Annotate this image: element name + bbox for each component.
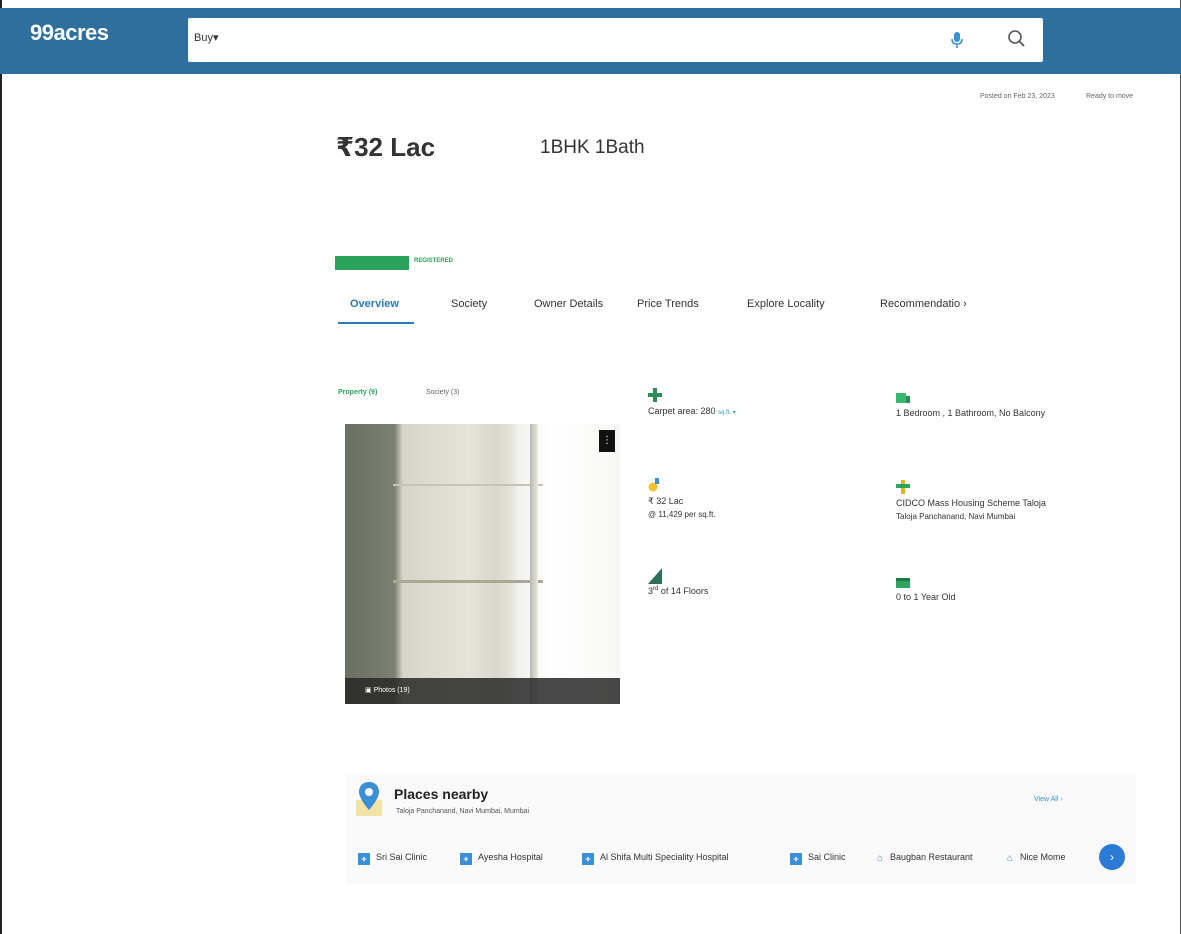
top-header: 99acres Buy▾ [0,8,1181,74]
price-value: 32 Lac [354,132,436,162]
detail-area: Carpet area: 280 sq.ft. ▾ [648,388,798,448]
tab-recommendations-label: Recommendatio [880,298,961,310]
age-text: 0 to 1 Year Old [896,592,956,602]
place-name: Al Shifa Multi Speciality Hospital [600,852,729,862]
search-icon[interactable] [1006,28,1028,50]
detail-configuration: 1 Bedroom , 1 Bathroom, No Balcony [896,390,1086,440]
configuration-icon [896,390,910,404]
photo-detail [530,424,538,704]
floor-suffix: rd [653,586,659,592]
places-nearby-section: Places nearby Taloja Panchanand, Navi Mu… [346,774,1136,884]
section-tabs: Overview Society Owner Details Price Tre… [336,294,976,324]
restaurant-icon: ⌂ [1006,853,1014,864]
gallery-tab-property[interactable]: Property (9) [338,389,377,396]
place-chip[interactable]: ⌂ Nice Mome [1004,852,1066,865]
property-age-value: 0 to 1 Year Old [896,592,956,602]
view-all-label: View All [1034,796,1059,803]
photo-menu-icon[interactable]: ⋮ [599,430,615,452]
search-bar: Buy▾ [188,18,1043,62]
listing-configuration: 1BHK 1Bath [540,137,645,158]
place-chip[interactable]: + Sai Clinic [790,852,846,865]
property-photo[interactable]: ⋮ ▣ Photos (19) [345,424,620,704]
photo-detail [393,484,543,486]
image-icon: ▣ [365,687,374,694]
area-icon [648,388,662,402]
address-line-1: CIDCO Mass Housing Scheme Taloja [896,498,1046,508]
possession-status: Ready to move [1086,93,1134,100]
floor-icon [648,568,662,584]
buy-label: Buy [194,32,213,44]
detail-price: ₹ 32 Lac @ 11,429 per sq.ft. [648,478,808,538]
tab-society[interactable]: Society [451,298,487,310]
place-name: Nice Mome [1020,852,1066,862]
unit-dropdown[interactable]: sq.ft. ▾ [718,410,736,416]
photos-count: ▣ Photos (19) [365,686,410,694]
area-value: Carpet area: 280 sq.ft. ▾ [648,406,736,416]
detail-address: CIDCO Mass Housing Scheme Taloja Taloja … [896,480,1096,540]
currency-symbol: ₹ [336,132,355,162]
mic-icon[interactable] [948,31,966,49]
location-pin-icon [356,782,382,816]
place-chip[interactable]: + Al Shifa Multi Speciality Hospital [582,852,729,865]
tab-overview[interactable]: Overview [350,298,399,310]
place-name: Sai Clinic [808,852,846,862]
place-name: Sri Sai Clinic [376,852,428,862]
tab-explore-locality[interactable]: Explore Locality [747,298,825,310]
view-all-link[interactable]: View All › [1034,796,1063,803]
detail-property-age: 0 to 1 Year Old [896,574,1096,624]
restaurant-icon: ⌂ [876,853,884,864]
listing-price: ₹32 Lac [336,132,435,163]
detail-floor: 3rd of 14 Floors [648,568,798,618]
place-chip[interactable]: + Sri Sai Clinic [358,852,427,865]
tab-recommendations[interactable]: Recommendatio › [880,298,967,310]
place-chip[interactable]: + Ayesha Hospital [460,852,543,865]
property-age-icon [896,574,910,588]
photos-count-label: Photos (19) [373,687,410,694]
rera-badge[interactable] [335,256,409,270]
site-logo[interactable]: 99acres [30,20,109,46]
photo-detail [393,580,543,583]
tab-price-trends[interactable]: Price Trends [637,298,699,310]
floor-total: of 14 Floors [660,586,709,596]
hospital-icon: + [358,853,370,865]
places-title: Places nearby [394,786,489,802]
configuration-value: 1 Bedroom , 1 Bathroom, No Balcony [896,408,1046,418]
hospital-icon: + [582,853,594,865]
price-tag-icon [648,478,662,492]
place-chip[interactable]: ⌂ Baugban Restaurant [874,852,973,865]
price-per-sqft-detail: @ 11,429 per sq.ft. [648,510,716,519]
unit-label: sq.ft. [718,410,732,416]
posted-date: Posted on Feb 23, 2023 [980,93,1055,100]
hospital-icon: + [460,853,472,865]
places-subtitle: Taloja Panchanand, Navi Mumbai, Mumbai [396,808,530,815]
place-name: Ayesha Hospital [478,852,543,862]
price-per-value: @ 11,429 per sq.ft. [648,510,716,519]
scroll-right-button[interactable]: › [1099,844,1125,870]
gallery-tab-society[interactable]: Society (3) [426,389,459,396]
place-name: Baugban Restaurant [890,852,973,862]
price-detail-value: ₹ 32 Lac [648,496,684,506]
search-input[interactable] [228,26,928,52]
rera-status: REGISTERED [414,258,454,264]
chevron-right-icon[interactable]: › [963,298,967,310]
photo-count-bar[interactable]: ▣ Photos (19) [345,678,620,704]
hospital-icon: + [790,853,802,865]
tab-owner-details[interactable]: Owner Details [534,298,603,310]
address-line-2: Taloja Panchanand, Navi Mumbai [896,512,1016,521]
window-border-left [0,0,2,934]
carpet-area: Carpet area: 280 [648,406,716,416]
floor-value: 3rd of 14 Floors [648,586,708,596]
buy-dropdown[interactable]: Buy▾ [194,31,219,44]
active-tab-indicator [338,322,414,324]
address-icon [896,480,910,494]
